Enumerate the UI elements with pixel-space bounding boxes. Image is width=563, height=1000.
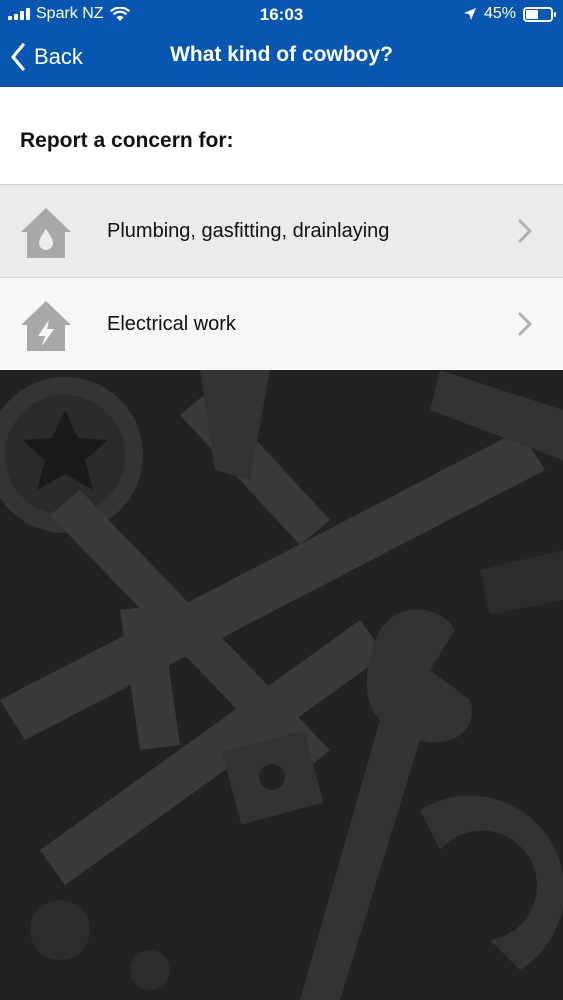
option-plumbing[interactable]: Plumbing, gasfitting, drainlaying — [0, 184, 563, 277]
section-title: Report a concern for: — [20, 129, 234, 152]
tools-illustration — [0, 370, 563, 1000]
house-water-drop-icon — [21, 208, 71, 258]
chevron-right-icon — [518, 219, 532, 243]
battery-icon — [523, 6, 556, 22]
page-title: What kind of cowboy? — [170, 43, 393, 66]
section-header: Report a concern for: — [0, 87, 563, 184]
location-icon — [463, 8, 476, 20]
battery-percent: 45% — [483, 5, 516, 22]
option-electrical[interactable]: Electrical work — [0, 277, 563, 370]
option-label: Electrical work — [107, 312, 236, 335]
app-header: Spark NZ 16:03 45% Back What kind of cow… — [0, 0, 563, 87]
status-bar: Spark NZ 16:03 45% — [0, 0, 563, 30]
tools-background-image — [0, 370, 563, 1000]
option-label: Plumbing, gasfitting, drainlaying — [107, 219, 390, 242]
chevron-right-icon — [518, 312, 532, 336]
navigation-bar: Back What kind of cowboy? — [0, 30, 563, 87]
house-lightning-icon — [21, 301, 71, 351]
